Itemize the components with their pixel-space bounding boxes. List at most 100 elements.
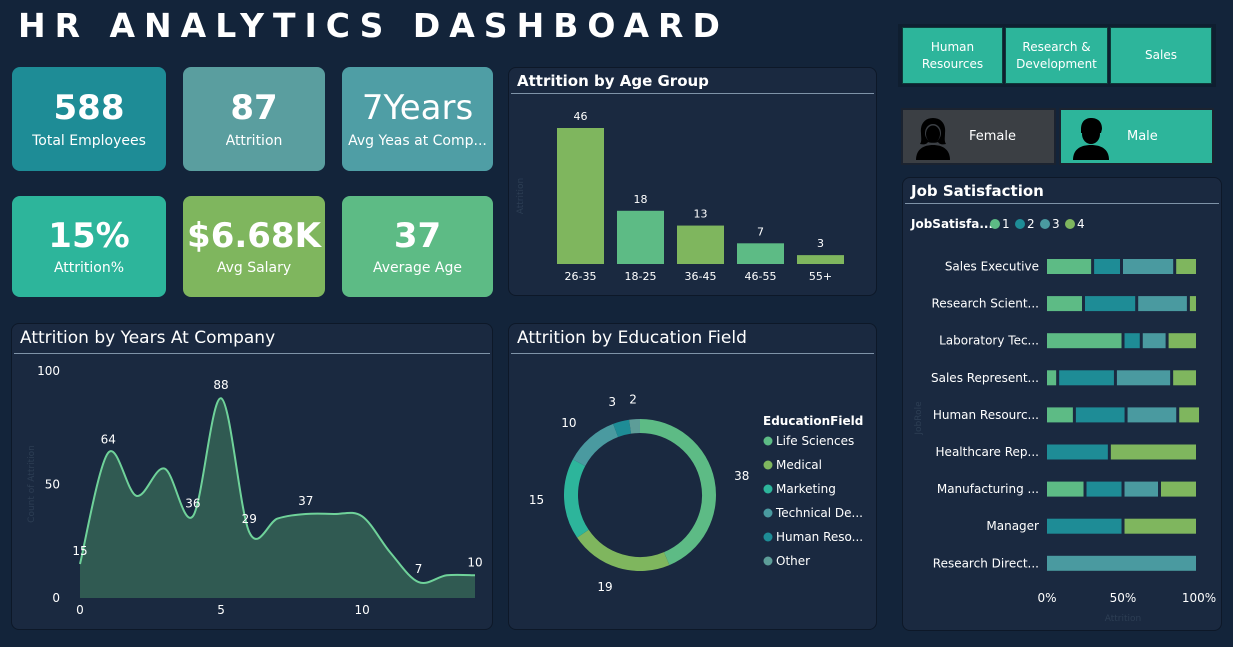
category-label: Research Direct... bbox=[933, 556, 1039, 570]
category-label: Manufacturing ... bbox=[937, 482, 1039, 496]
y-axis-label: Attrition bbox=[516, 178, 526, 215]
kpi-average-age[interactable]: 37 Average Age bbox=[342, 196, 493, 297]
stacked-bar-segment bbox=[1116, 370, 1171, 386]
dashboard-title: HR ANALYTICS DASHBOARD bbox=[18, 6, 729, 45]
age-group-chart: Attrition 46 26-35 18 18-25 13 36-45 7 46-55 3 55+ bbox=[516, 110, 844, 283]
education-chart: 38 19 15 10 3 2 EducationField Life Sciences Med… bbox=[529, 392, 863, 594]
slice-label: 3 bbox=[608, 395, 616, 409]
legend-marker bbox=[1040, 219, 1050, 229]
data-label: 37 bbox=[298, 494, 313, 508]
stacked-bar-segment bbox=[1085, 296, 1136, 312]
stacked-bar-segment bbox=[1086, 481, 1122, 497]
donut-slice bbox=[564, 459, 589, 538]
kpi-avg-years[interactable]: 7Years Avg Yeas at Comp... bbox=[342, 67, 493, 171]
kpi-value: 15% bbox=[48, 215, 130, 256]
y-axis-label: JobRole bbox=[914, 401, 924, 436]
department-slicer: Human Resources Research & Development S… bbox=[898, 24, 1216, 87]
gender-label: Female bbox=[969, 129, 1017, 144]
legend-label: 2 bbox=[1027, 217, 1035, 231]
legend-marker bbox=[763, 436, 773, 446]
tick-label: 46-55 bbox=[745, 270, 777, 283]
department-button-sales[interactable]: Sales bbox=[1110, 27, 1212, 84]
legend-marker bbox=[990, 219, 1000, 229]
legend-label: Human Reso... bbox=[776, 530, 863, 544]
category-label: Healthcare Rep... bbox=[936, 445, 1039, 459]
slice-label: 15 bbox=[529, 493, 544, 507]
kpi-label: Avg Yeas at Comp... bbox=[348, 132, 487, 149]
department-label: Research & Development bbox=[1016, 40, 1097, 71]
donut-slice bbox=[629, 419, 641, 434]
category-label: Sales Executive bbox=[945, 260, 1039, 274]
stacked-bar-segment bbox=[1047, 370, 1057, 386]
stacked-bar-segment bbox=[1047, 407, 1073, 423]
kpi-label: Avg Salary bbox=[216, 260, 292, 277]
legend-marker bbox=[763, 532, 773, 542]
data-label: 13 bbox=[694, 208, 708, 221]
tick-label: 55+ bbox=[809, 270, 832, 283]
department-label: Sales bbox=[1145, 48, 1177, 63]
legend-label: 3 bbox=[1052, 217, 1060, 231]
slice-label: 10 bbox=[561, 416, 576, 430]
data-label: 3 bbox=[817, 237, 824, 250]
department-button-hr[interactable]: Human Resources bbox=[902, 27, 1003, 84]
kpi-attrition[interactable]: 87 Attrition bbox=[183, 67, 325, 171]
legend-label: Life Sciences bbox=[776, 434, 854, 448]
stacked-bar-segment bbox=[1161, 481, 1196, 497]
bar bbox=[617, 210, 664, 264]
stacked-bar-segment bbox=[1110, 444, 1196, 460]
job-satisfaction-panel: Job Satisfaction JobSatisfa... 1 2 3 4 JobRol… bbox=[902, 177, 1222, 631]
bar bbox=[557, 128, 604, 264]
x-tick-label: 0 bbox=[76, 603, 84, 617]
data-label: 15 bbox=[72, 544, 87, 558]
legend-label: Technical De... bbox=[775, 506, 863, 520]
donut-slice bbox=[613, 419, 632, 438]
gender-label: Male bbox=[1127, 129, 1158, 144]
x-axis-label: Attrition bbox=[1105, 614, 1142, 624]
category-label: Human Resourc... bbox=[933, 408, 1039, 422]
x-tick-label: 0% bbox=[1037, 591, 1056, 605]
stacked-bar-segment bbox=[1047, 296, 1082, 312]
bar bbox=[797, 255, 844, 264]
stacked-bar-segment bbox=[1047, 259, 1092, 274]
kpi-avg-salary[interactable]: $6.68K Avg Salary bbox=[183, 196, 325, 297]
stacked-bar-segment bbox=[1173, 370, 1196, 386]
kpi-attrition-pct[interactable]: 15% Attrition% bbox=[12, 196, 166, 297]
tick-label: 36-45 bbox=[685, 270, 717, 283]
donut-slice bbox=[572, 423, 619, 467]
kpi-total-employees[interactable]: 588 Total Employees bbox=[12, 67, 166, 171]
donut-slice bbox=[577, 529, 670, 571]
male-avatar-icon bbox=[1073, 117, 1109, 160]
bar bbox=[677, 225, 724, 264]
kpi-value: 7Years bbox=[361, 88, 474, 129]
category-label: Research Scient... bbox=[931, 297, 1039, 311]
y-tick-label: 50 bbox=[45, 478, 60, 492]
stacked-bar-segment bbox=[1124, 518, 1196, 534]
stacked-bar-segment bbox=[1047, 555, 1196, 571]
category-label: Laboratory Tec... bbox=[939, 334, 1039, 348]
stacked-bar-segment bbox=[1123, 259, 1174, 274]
x-tick-label: 100% bbox=[1182, 591, 1216, 605]
department-label: Human Resources bbox=[921, 40, 984, 71]
kpi-label: Total Employees bbox=[32, 132, 146, 149]
gender-button-male[interactable]: Male bbox=[1059, 108, 1214, 165]
stacked-bar-segment bbox=[1075, 407, 1125, 423]
legend-marker bbox=[1065, 219, 1075, 229]
job-satisfaction-chart: JobSatisfa... 1 2 3 4 JobRole Sales Executive R… bbox=[910, 217, 1216, 624]
education-panel: Attrition by Education Field 38 19 15 10 3 2 E… bbox=[508, 323, 877, 630]
slice-label: 38 bbox=[734, 469, 749, 483]
stacked-bar-segment bbox=[1179, 407, 1200, 423]
stacked-bar-segment bbox=[1047, 444, 1108, 460]
category-label: Manager bbox=[986, 519, 1039, 533]
data-label: 46 bbox=[574, 110, 588, 123]
stacked-bar-segment bbox=[1094, 259, 1120, 274]
data-label: 29 bbox=[242, 512, 257, 526]
slice-label: 2 bbox=[629, 392, 637, 406]
legend-marker bbox=[763, 460, 773, 470]
stacked-bar-segment bbox=[1047, 481, 1084, 497]
data-label: 7 bbox=[757, 225, 764, 238]
y-axis-label: Count of Attrition bbox=[27, 445, 37, 523]
kpi-value: 37 bbox=[393, 215, 442, 256]
gender-button-female[interactable]: Female bbox=[901, 108, 1056, 165]
stacked-bar-segment bbox=[1168, 333, 1196, 349]
department-button-rnd[interactable]: Research & Development bbox=[1005, 27, 1108, 84]
